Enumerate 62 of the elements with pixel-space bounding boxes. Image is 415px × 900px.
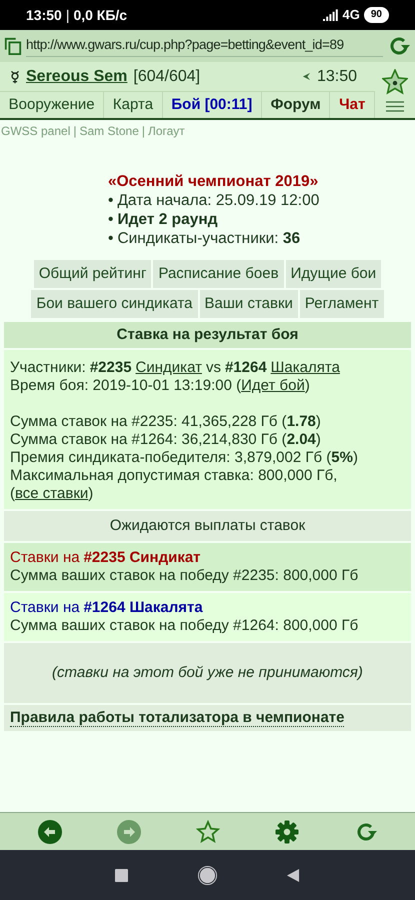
status-separator: |: [66, 6, 70, 25]
bet-label: Ставки на: [10, 599, 80, 617]
bet-sum: Сумма ставок на #2235: 41,365,228 Гб (1.78): [10, 413, 322, 431]
battle-time: Время боя: 2019-10-01 13:19:00 (Идет бой): [10, 377, 311, 395]
tournament-info: Дата начала: 25.09.19 12:00: [117, 191, 320, 210]
hit-points: [604/604]: [133, 66, 200, 86]
star-icon[interactable]: [196, 820, 220, 844]
versus-text: vs: [206, 359, 221, 377]
panel-heading: Ставка на результат боя: [4, 322, 411, 348]
nav-tab[interactable]: Чат: [330, 92, 375, 118]
link-separator: |: [73, 123, 76, 140]
max-bet: Максимальная допустимая ставка: 800,000 Гб, (все ставки): [10, 467, 338, 503]
bet-amount: Сумма ваших ставок на победу #2235: 800,000 Гб: [10, 567, 360, 585]
menu-button[interactable]: Расписание боев: [153, 260, 284, 288]
nav-tab[interactable]: Карта: [104, 92, 163, 118]
settings-icon[interactable]: [274, 820, 298, 844]
nav-tab[interactable]: Бой [00:11]: [162, 92, 262, 118]
bullet: •: [108, 229, 114, 248]
menu-icon[interactable]: [386, 100, 404, 112]
participants-label: Участники:: [10, 359, 86, 377]
link-separator: |: [142, 123, 145, 140]
bullet: •: [108, 191, 114, 210]
tournament-info: Синдикаты-участники: 36: [117, 229, 300, 248]
bet-team: #2235 Синдикат: [84, 549, 201, 567]
menu-button[interactable]: Регламент: [300, 290, 384, 318]
signal-icon: [322, 9, 339, 21]
copy-icon[interactable]: [4, 37, 22, 55]
tournament-info: Идет 2 раунд: [117, 210, 218, 229]
bet-team: #1264 Шакалята: [84, 599, 203, 617]
bet-amount: Сумма ваших ставок на победу #1264: 800,000 Гб: [10, 617, 360, 635]
team-link[interactable]: Синдикат: [136, 359, 202, 377]
notice-text: (ставки на этот бой уже не принимаются): [4, 643, 411, 703]
home-icon[interactable]: [198, 866, 217, 884]
menu-button[interactable]: Общий рейтинг: [34, 260, 152, 288]
user-name-link[interactable]: Sereous Sem: [26, 64, 128, 88]
team-link[interactable]: Шакалята: [270, 359, 340, 377]
all-bets-link[interactable]: все ставки: [15, 485, 88, 502]
bet-label: Ставки на: [10, 549, 80, 567]
status-time: 13:50: [26, 6, 62, 24]
tournament-title: «Осенний чемпионат 2019»: [108, 172, 320, 191]
network-speed: 0,0 КБ/с: [73, 6, 128, 24]
clock: 13:50: [316, 66, 357, 86]
team-id: #1264: [224, 359, 267, 377]
nav-tab[interactable]: Форум: [262, 92, 330, 118]
team-id: #2235: [90, 359, 132, 377]
recent-apps-icon[interactable]: [115, 868, 128, 882]
menu-button[interactable]: Ваши ставки: [200, 290, 298, 318]
back-icon[interactable]: [38, 820, 62, 844]
battery-level: 90: [364, 7, 389, 23]
star-icon[interactable]: [382, 68, 408, 94]
back-icon[interactable]: [287, 868, 300, 882]
battle-link[interactable]: Идет бой: [241, 377, 305, 394]
pending-heading: Ожидаются выплаты ставок: [4, 511, 411, 541]
gender-icon: [10, 70, 20, 84]
bet-sum: Сумма ставок на #1264: 36,214,830 Гб (2.04): [10, 431, 322, 449]
menu-button[interactable]: Идущие бои: [286, 260, 382, 288]
network-type: 4G: [342, 6, 360, 24]
bet-sum: Премия синдиката-победителя: 3,879,002 Гб (5%): [10, 449, 359, 467]
bullet: •: [108, 210, 114, 229]
nav-tab[interactable]: Вооружение: [0, 92, 104, 118]
arrow-icon: [302, 72, 311, 81]
menu-button[interactable]: Бои вашего синдиката: [31, 290, 198, 318]
